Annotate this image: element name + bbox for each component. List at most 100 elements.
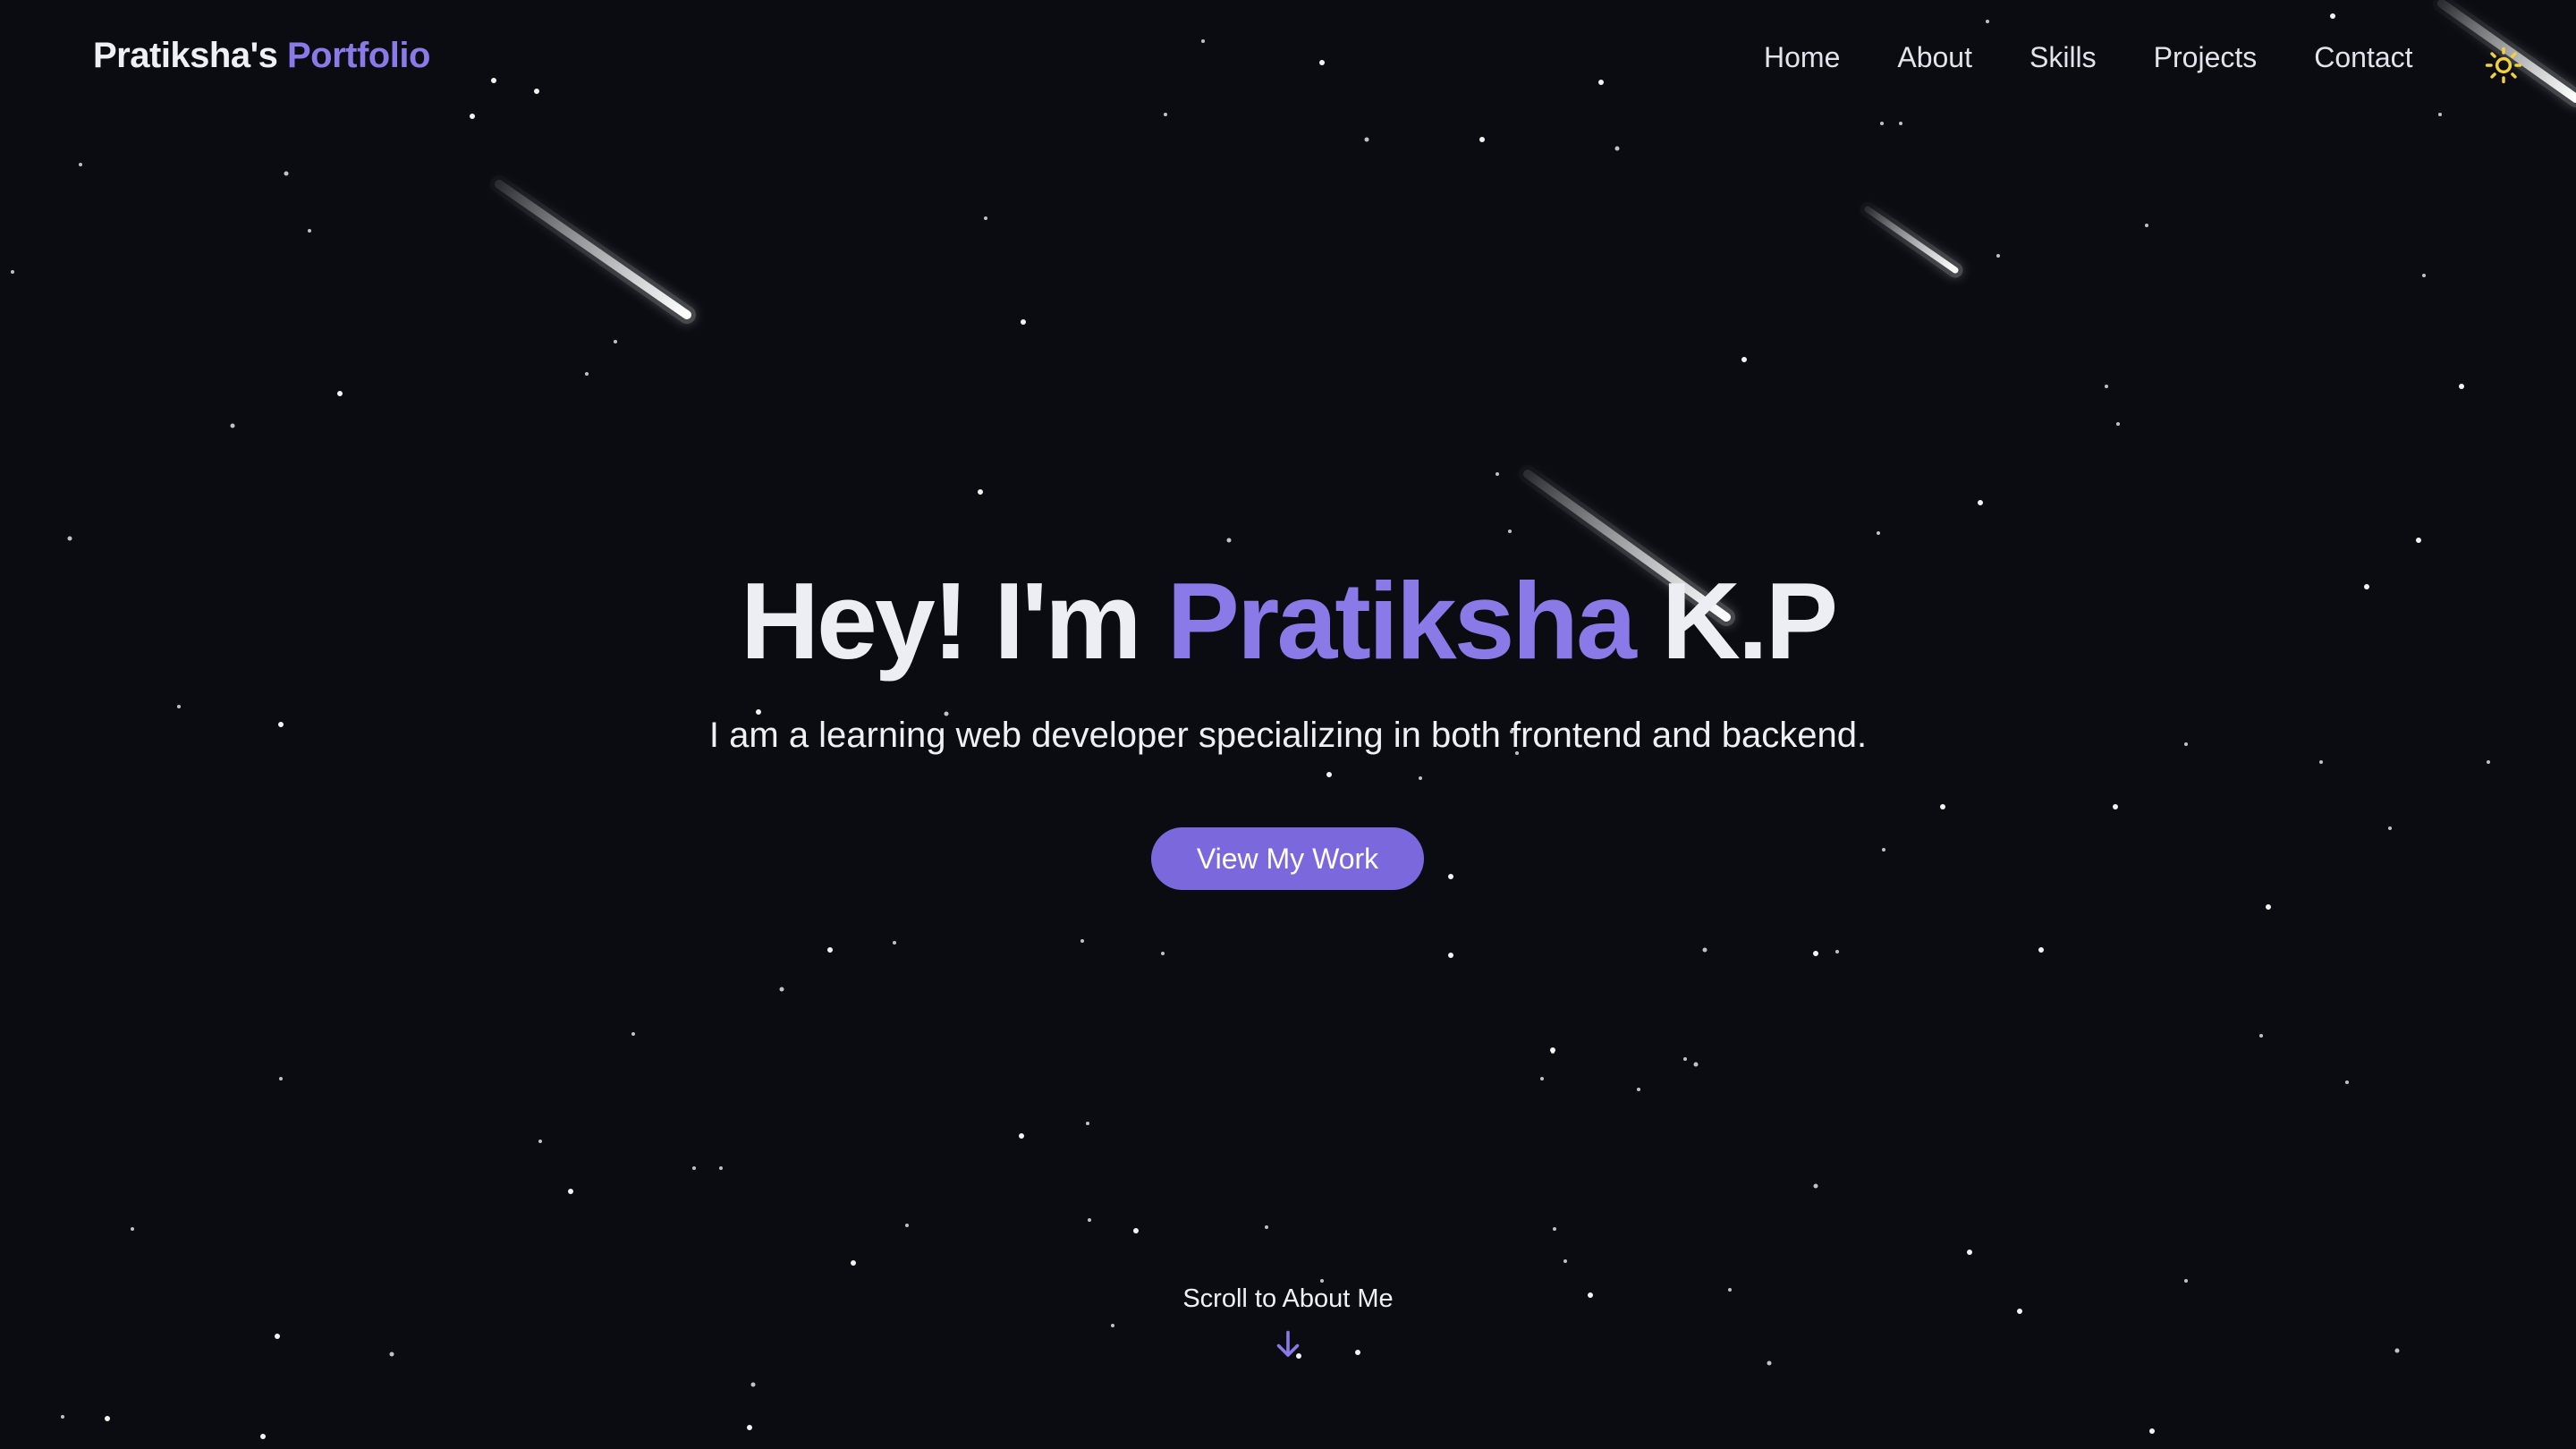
logo-accent: Portfolio	[286, 36, 430, 75]
star	[2038, 947, 2044, 953]
star	[1588, 1292, 1593, 1298]
star	[284, 171, 289, 176]
star	[1419, 776, 1422, 780]
page: Pratiksha's Portfolio Home About Skills …	[0, 0, 2576, 1449]
star	[893, 941, 896, 945]
star	[260, 1434, 266, 1439]
hero-surname: K.P	[1661, 560, 1838, 682]
scroll-to-about[interactable]: Scroll to About Me	[1109, 1284, 1467, 1360]
star	[747, 1425, 752, 1430]
star	[2487, 760, 2490, 764]
star	[470, 114, 475, 119]
star	[1563, 1259, 1567, 1263]
star	[1693, 1062, 1699, 1067]
star	[1201, 39, 1205, 43]
star	[1880, 122, 1884, 125]
star	[692, 1166, 696, 1170]
star	[2345, 1080, 2349, 1084]
star	[851, 1260, 856, 1266]
shooting-stars	[490, 0, 2576, 626]
star	[1899, 122, 1902, 125]
star	[1086, 1122, 1089, 1125]
star	[1019, 1133, 1024, 1139]
star	[2459, 384, 2464, 389]
star	[1813, 951, 1818, 956]
star	[1741, 357, 1747, 362]
main-nav: Home About Skills Projects Contact	[1764, 41, 2413, 74]
star	[491, 78, 496, 83]
star	[275, 1334, 280, 1339]
star	[1496, 472, 1499, 476]
star	[631, 1032, 635, 1036]
nav-about[interactable]: About	[1897, 41, 1972, 74]
star	[1479, 137, 1485, 142]
star	[2105, 385, 2108, 388]
star	[534, 89, 539, 94]
nav-home[interactable]: Home	[1764, 41, 1840, 74]
star	[827, 947, 833, 953]
star	[389, 1352, 394, 1357]
star	[585, 372, 589, 376]
star	[1080, 939, 1084, 943]
star	[756, 709, 761, 715]
nav-projects[interactable]: Projects	[2154, 41, 2258, 74]
site-logo[interactable]: Pratiksha's Portfolio	[93, 36, 430, 76]
star	[1683, 1057, 1687, 1061]
star	[1319, 60, 1325, 65]
star	[1637, 1088, 1640, 1091]
star	[1986, 20, 1989, 23]
star	[2388, 826, 2392, 830]
star	[2394, 1348, 2400, 1353]
star	[1996, 254, 2000, 258]
star	[1508, 530, 1512, 533]
star	[1813, 1183, 1818, 1189]
star	[2145, 224, 2148, 227]
hero-subtitle: I am a learning web developer specializi…	[708, 716, 1868, 755]
star	[1967, 1250, 1972, 1255]
star	[984, 216, 987, 220]
star	[279, 1077, 283, 1080]
logo-name: Pratiksha's	[93, 36, 278, 75]
star	[2422, 274, 2426, 277]
star	[1088, 1218, 1091, 1222]
star	[11, 270, 14, 274]
hero-title: Hey! I'm Pratiksha K.P	[0, 558, 2576, 683]
star	[2416, 538, 2421, 543]
star	[1226, 538, 1232, 543]
star	[230, 423, 235, 428]
star	[1540, 1077, 1544, 1080]
star	[779, 987, 784, 992]
star	[2116, 422, 2120, 426]
star	[1551, 1050, 1555, 1054]
nav-contact[interactable]: Contact	[2314, 41, 2412, 74]
nav-skills[interactable]: Skills	[2029, 41, 2097, 74]
star	[131, 1227, 134, 1231]
star	[2319, 760, 2323, 764]
star	[2149, 1428, 2155, 1434]
star	[2184, 1279, 2188, 1283]
view-my-work-button[interactable]: View My Work	[1151, 827, 1424, 890]
star	[1767, 1360, 1772, 1366]
star	[1702, 947, 1707, 953]
star	[750, 1382, 756, 1387]
star	[905, 1224, 909, 1227]
star	[1448, 953, 1453, 958]
star	[1161, 952, 1165, 955]
star	[1978, 500, 1983, 505]
star	[105, 1416, 110, 1421]
hero-greeting: Hey! I'm	[740, 560, 1142, 682]
star	[79, 163, 82, 166]
shooting-star	[1860, 201, 1963, 278]
star	[568, 1189, 573, 1194]
star	[308, 229, 311, 233]
hero-name: Pratiksha	[1166, 560, 1637, 682]
star	[337, 391, 343, 396]
star	[1835, 950, 1839, 953]
star	[1164, 113, 1167, 116]
star	[978, 489, 983, 495]
star	[1553, 1227, 1556, 1231]
star	[1021, 319, 1026, 325]
arrow-down-icon	[1276, 1330, 1300, 1357]
star	[1448, 874, 1453, 879]
theme-toggle-button[interactable]	[2483, 45, 2524, 86]
